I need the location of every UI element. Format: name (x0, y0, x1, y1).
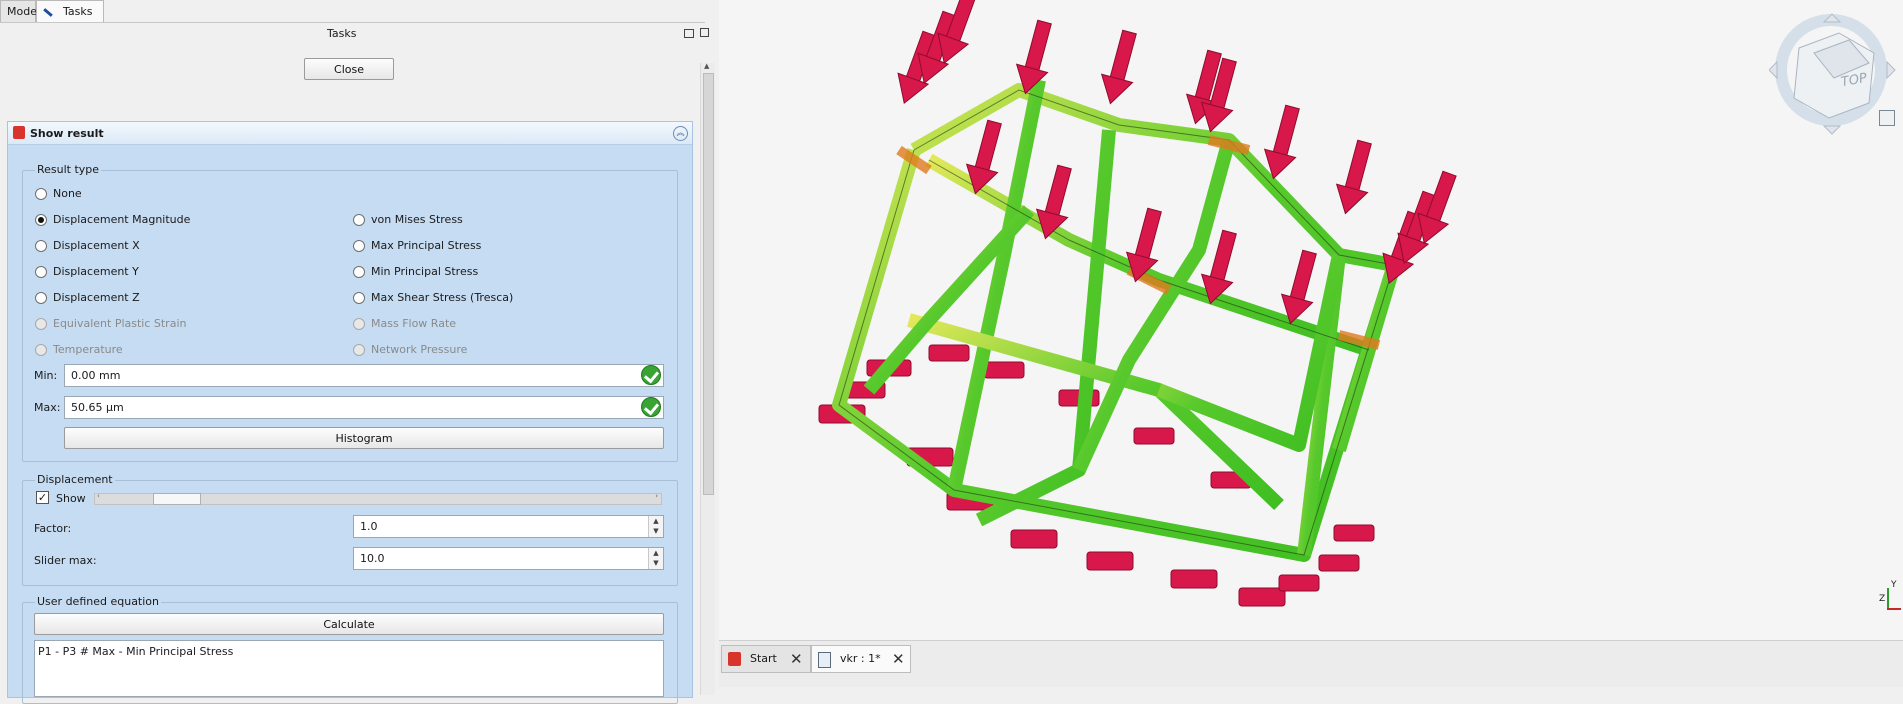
close-start-tab-icon[interactable]: ✕ (790, 646, 803, 672)
axis-y-line (1887, 588, 1889, 610)
radio-right-1[interactable] (353, 240, 365, 252)
radio-label-left-1: Displacement Magnitude (53, 213, 191, 226)
show-result-title: Show result (30, 127, 104, 140)
displacement-slider[interactable]: ‹ › (94, 492, 662, 505)
radio-left-5 (35, 318, 47, 330)
scroll-thumb[interactable] (703, 73, 714, 495)
show-result-taskbox: Show result ︽ Result type Min: 0.00 mm M… (7, 121, 693, 704)
radio-label-right-1: Max Principal Stress (371, 239, 482, 252)
min-value: 0.00 mm (71, 369, 121, 382)
radio-right-2[interactable] (353, 266, 365, 278)
slider-max-label: Slider max: (34, 554, 97, 567)
pencil-icon (43, 7, 53, 17)
radio-label-right-0: von Mises Stress (371, 213, 463, 226)
min-valid-icon (641, 365, 661, 385)
equation-text: P1 - P3 # Max - Min Principal Stress (38, 645, 234, 658)
truss-beams (832, 78, 1401, 562)
radio-left-0[interactable] (35, 188, 47, 200)
slider-left-arrow[interactable]: ‹ (97, 492, 100, 500)
histogram-button[interactable]: Histogram (64, 427, 664, 449)
slider-handle[interactable] (153, 493, 201, 505)
radio-label-left-5: Equivalent Plastic Strain (53, 317, 187, 330)
document-tab-bar: Start ✕ vkr : 1* ✕ (719, 640, 1903, 687)
axis-z-label: Z (1879, 594, 1886, 604)
displacement-title: Displacement (35, 473, 115, 486)
radio-label-right-5: Network Pressure (371, 343, 468, 356)
max-valid-icon (641, 397, 661, 417)
3d-viewport[interactable]: TOP Y Z (719, 0, 1903, 640)
radio-label-left-2: Displacement X (53, 239, 140, 252)
slider-max-spinbox[interactable]: 10.0 ▲ ▼ (353, 547, 664, 570)
radio-right-4 (353, 318, 365, 330)
scroll-up-arrow[interactable]: ▲ (704, 62, 709, 70)
radio-right-0[interactable] (353, 214, 365, 226)
panel-title: Tasks (327, 27, 357, 40)
collapse-icon[interactable]: ︽ (673, 126, 688, 141)
show-result-header: Show result ︽ (8, 122, 692, 145)
radio-left-2[interactable] (35, 240, 47, 252)
show-checkbox[interactable]: ✓ (36, 491, 49, 504)
freecad-start-icon (728, 652, 741, 666)
tasks-panel: Tasks Close Show result ︽ Result type Mi… (0, 22, 715, 704)
radio-label-right-2: Min Principal Stress (371, 265, 479, 278)
radio-label-left-4: Displacement Z (53, 291, 140, 304)
tab-tasks[interactable]: Tasks (36, 0, 104, 22)
close-button[interactable]: Close (304, 58, 394, 80)
radio-left-4[interactable] (35, 292, 47, 304)
radio-label-right-3: Max Shear Stress (Tresca) (371, 291, 514, 304)
max-field[interactable]: 50.65 µm (64, 396, 664, 419)
min-field[interactable]: 0.00 mm (64, 364, 664, 387)
slider-right-arrow[interactable]: › (655, 492, 658, 500)
radio-label-left-0: None (53, 187, 82, 200)
panel-float-icon[interactable] (684, 29, 694, 38)
equation-textarea[interactable]: P1 - P3 # Max - Min Principal Stress (34, 640, 664, 697)
axis-indicator: Y Z (1879, 580, 1903, 620)
axis-x-line (1887, 608, 1901, 610)
slider-max-spin-arrows[interactable]: ▲ ▼ (648, 548, 663, 569)
close-vkr-tab-icon[interactable]: ✕ (892, 646, 905, 672)
max-value: 50.65 µm (71, 401, 124, 414)
factor-spin-arrows[interactable]: ▲ ▼ (648, 516, 663, 537)
tab-tasks-label: Tasks (63, 5, 93, 18)
radio-right-3[interactable] (353, 292, 365, 304)
radio-label-right-4: Mass Flow Rate (371, 317, 457, 330)
factor-spinbox[interactable]: 1.0 ▲ ▼ (353, 515, 664, 538)
equation-title: User defined equation (35, 595, 161, 608)
doc-tab-start-label: Start (750, 652, 777, 665)
navigation-cube[interactable]: TOP (1768, 8, 1899, 138)
doc-tab-vkr-label: vkr : 1* (840, 652, 881, 665)
tab-model[interactable]: Model (0, 0, 40, 22)
axis-y-label: Y (1891, 580, 1897, 590)
document-icon (818, 652, 831, 668)
panel-scrollbar[interactable]: ▲ (700, 62, 715, 695)
min-label: Min: (34, 369, 58, 382)
show-label: Show (56, 492, 86, 505)
slider-max-value: 10.0 (360, 552, 385, 565)
view-menu-cube-icon[interactable] (1879, 110, 1895, 126)
doc-tab-vkr[interactable]: vkr : 1* ✕ (811, 645, 911, 673)
panel-undock-icon[interactable] (700, 28, 709, 37)
calculate-button[interactable]: Calculate (34, 613, 664, 635)
radio-left-1[interactable] (35, 214, 47, 226)
radio-label-left-3: Displacement Y (53, 265, 139, 278)
radio-left-3[interactable] (35, 266, 47, 278)
result-type-title: Result type (35, 163, 102, 176)
doc-tab-start[interactable]: Start ✕ (721, 645, 811, 673)
radio-left-6 (35, 344, 47, 356)
freecad-logo-icon (13, 126, 25, 139)
factor-value: 1.0 (360, 520, 378, 533)
radio-right-5 (353, 344, 365, 356)
radio-label-left-6: Temperature (53, 343, 123, 356)
fem-truss-model (818, 0, 1457, 607)
fixed-supports (818, 344, 1375, 607)
factor-label: Factor: (34, 522, 72, 535)
max-label: Max: (34, 401, 61, 414)
